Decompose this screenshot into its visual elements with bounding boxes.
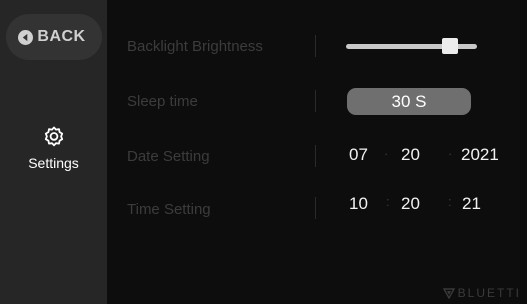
separator <box>315 145 316 167</box>
separator <box>315 197 316 219</box>
time-setting-label: Time Setting <box>127 201 211 218</box>
gear-icon <box>44 126 63 147</box>
back-button[interactable]: BACK <box>6 14 102 60</box>
time-minute-field[interactable]: 20 <box>401 194 420 214</box>
date-month-field[interactable]: 07 <box>349 145 368 165</box>
sidebar: BACK Settings <box>0 0 107 304</box>
date-setting-label: Date Setting <box>127 148 210 165</box>
brand-name: BLUETTI <box>457 286 521 300</box>
brand-logo: BLUETTI <box>442 286 521 300</box>
settings-screen: BACK Settings Backlight Brightness Sleep… <box>0 0 527 304</box>
bluetti-logo-icon <box>442 288 455 299</box>
sidebar-item-settings[interactable]: Settings <box>0 125 107 185</box>
time-separator: : <box>386 194 390 209</box>
brightness-slider-thumb[interactable] <box>442 38 458 54</box>
settings-nav-label: Settings <box>28 155 79 171</box>
separator <box>315 35 316 57</box>
separator <box>315 90 316 112</box>
sleep-time-label: Sleep time <box>127 93 198 110</box>
back-button-label: BACK <box>37 28 86 45</box>
date-separator: · <box>384 146 389 161</box>
date-separator: · <box>448 146 453 161</box>
sleep-time-selector[interactable]: 30 S <box>347 88 471 115</box>
time-separator: : <box>448 194 452 209</box>
date-day-field[interactable]: 20 <box>401 145 420 165</box>
settings-panel: Backlight Brightness Sleep time 30 S Dat… <box>107 0 527 304</box>
time-hour-field[interactable]: 10 <box>349 194 368 214</box>
back-arrow-icon <box>18 29 34 45</box>
time-second-field[interactable]: 21 <box>462 194 481 214</box>
date-year-field[interactable]: 2021 <box>461 145 499 165</box>
backlight-brightness-label: Backlight Brightness <box>127 38 263 55</box>
